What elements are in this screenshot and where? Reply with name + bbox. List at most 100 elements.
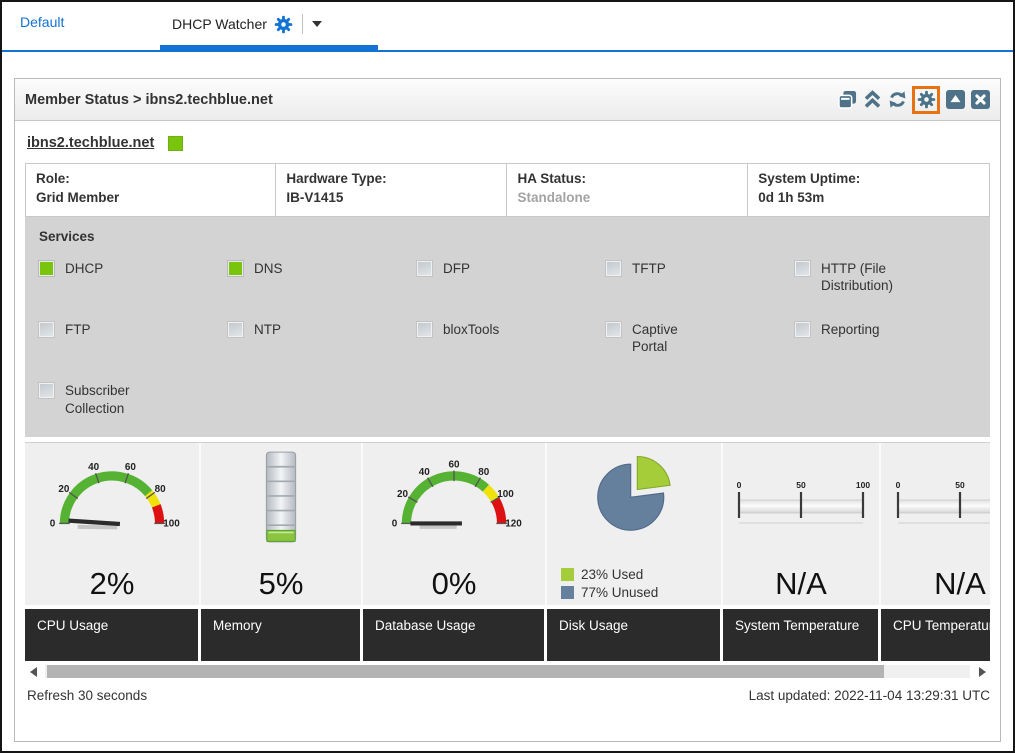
disk-usage-legend: 23% Used 77% Unused [561, 564, 658, 605]
svg-text:0: 0 [896, 480, 901, 490]
settings-gear-icon[interactable] [916, 90, 936, 110]
service-label: DHCP [65, 260, 103, 295]
service-status-icon [417, 261, 432, 276]
last-updated-text: Last updated: 2022-11-04 13:29:31 UTC [749, 688, 990, 703]
service-label: FTP [65, 321, 91, 356]
label-system-temperature: System Temperature [723, 609, 878, 661]
cpu-temperature-gauge-icon: 0 50 100 [885, 477, 990, 529]
cpu-usage-value: 2% [90, 566, 135, 605]
service-bloxtools: bloxTools [417, 321, 598, 356]
gauge-cpu-usage: 0 20 40 60 80 100 2% [25, 443, 201, 605]
legend-unused-swatch [561, 586, 574, 599]
services-grid: DHCP DNS DFP TFTP HTTP (File Distributio… [39, 260, 976, 417]
info-cell-system-uptime: System Uptime: 0d 1h 53m [748, 164, 989, 216]
info-value: 0d 1h 53m [758, 189, 979, 208]
member-link[interactable]: ibns2.techblue.net [27, 135, 154, 151]
service-status-icon [39, 261, 54, 276]
service-status-icon [39, 383, 54, 398]
widget-footer: Refresh 30 seconds Last updated: 2022-11… [25, 680, 990, 703]
service-label: Subscriber Collection [65, 382, 155, 417]
member-info-table: Role: Grid Member Hardware Type: IB-V141… [25, 163, 990, 217]
label-cpu-usage: CPU Usage [25, 609, 198, 661]
svg-text:20: 20 [58, 484, 70, 495]
legend-used: 23% Used [561, 567, 658, 582]
svg-text:100: 100 [497, 489, 514, 500]
service-label: bloxTools [443, 321, 499, 356]
service-label: NTP [254, 321, 281, 356]
tab-default[interactable]: Default [20, 14, 64, 30]
label-memory: Memory [201, 609, 360, 661]
label-cpu-temperature: CPU Temperature [881, 609, 990, 661]
service-http-file-distribution: HTTP (File Distribution) [795, 260, 976, 295]
system-temperature-value: N/A [775, 566, 827, 605]
service-status-icon [39, 322, 54, 337]
scroll-left-arrow[interactable] [25, 665, 41, 678]
horizontal-scrollbar [25, 663, 990, 680]
service-dhcp: DHCP [39, 260, 220, 295]
service-label: HTTP (File Distribution) [821, 260, 931, 295]
svg-text:50: 50 [796, 480, 806, 490]
gauge-memory: 5% [201, 443, 363, 605]
widget-header: Member Status > ibns2.techblue.net [15, 79, 1000, 121]
cpu-temperature-value: N/A [934, 566, 986, 605]
member-status-indicator [168, 136, 183, 151]
collapse-widget-icon[interactable] [945, 90, 965, 110]
system-temperature-gauge-icon: 0 50 100 [726, 477, 876, 529]
scrollbar-thumb[interactable] [47, 665, 884, 678]
tab-separator [302, 14, 303, 34]
service-status-icon [228, 261, 243, 276]
scroll-right-arrow[interactable] [974, 665, 990, 678]
svg-text:40: 40 [88, 462, 100, 473]
tabbar-divider [2, 50, 1013, 52]
database-usage-gauge-icon: 0 20 40 60 80 100 120 [380, 457, 528, 537]
service-label: DFP [443, 260, 470, 295]
info-label: System Uptime: [758, 170, 979, 189]
service-dns: DNS [228, 260, 409, 295]
legend-used-swatch [561, 568, 574, 581]
services-section: Services DHCP DNS DFP TFTP HTTP (File Di… [25, 217, 990, 437]
service-status-icon [795, 322, 810, 337]
refresh-interval-text: Refresh 30 seconds [27, 688, 147, 703]
active-tab-underline [160, 45, 378, 50]
legend-unused: 77% Unused [561, 585, 658, 600]
service-subscriber-collection: Subscriber Collection [39, 382, 220, 417]
svg-text:0: 0 [737, 480, 742, 490]
tab-settings-gear-icon[interactable] [274, 15, 293, 34]
dashboard-page: Default DHCP Watcher [0, 0, 1015, 753]
member-row: ibns2.techblue.net [25, 129, 990, 163]
duplicate-icon[interactable] [837, 90, 857, 110]
svg-text:80: 80 [155, 484, 167, 495]
services-title: Services [39, 229, 976, 244]
info-value: IB-V1415 [286, 189, 496, 208]
gauge-label-bar: CPU Usage Memory Database Usage Disk Usa… [25, 609, 990, 661]
disk-usage-pie-icon [582, 451, 686, 539]
widget-body: ibns2.techblue.net Role: Grid Member Har… [15, 121, 1000, 741]
svg-text:60: 60 [448, 459, 460, 470]
service-status-icon [417, 322, 432, 337]
settings-gear-highlight [912, 86, 940, 114]
tab-dropdown-caret-icon[interactable] [312, 21, 322, 27]
svg-text:50: 50 [955, 480, 965, 490]
service-ftp: FTP [39, 321, 220, 356]
collapse-all-icon[interactable] [862, 90, 882, 110]
svg-text:60: 60 [125, 462, 137, 473]
service-status-icon [606, 261, 621, 276]
refresh-icon[interactable] [887, 90, 907, 110]
service-captive-portal: Captive Portal [606, 321, 787, 356]
database-usage-value: 0% [432, 566, 477, 605]
service-label: Reporting [821, 321, 880, 356]
gauge-database-usage: 0 20 40 60 80 100 120 0% [363, 443, 547, 605]
label-database-usage: Database Usage [363, 609, 544, 661]
service-status-icon [228, 322, 243, 337]
svg-text:40: 40 [419, 467, 431, 478]
tab-dhcp-watcher-label: DHCP Watcher [172, 16, 267, 32]
info-label: Role: [36, 170, 265, 189]
info-cell-role: Role: Grid Member [26, 164, 276, 216]
scrollbar-track[interactable] [45, 665, 970, 678]
tab-dhcp-watcher[interactable]: DHCP Watcher [172, 14, 322, 34]
close-widget-icon[interactable] [970, 90, 990, 110]
service-label: TFTP [632, 260, 666, 295]
service-status-icon [795, 261, 810, 276]
cpu-usage-gauge-icon: 0 20 40 60 80 100 [38, 457, 186, 537]
svg-text:20: 20 [397, 489, 409, 500]
